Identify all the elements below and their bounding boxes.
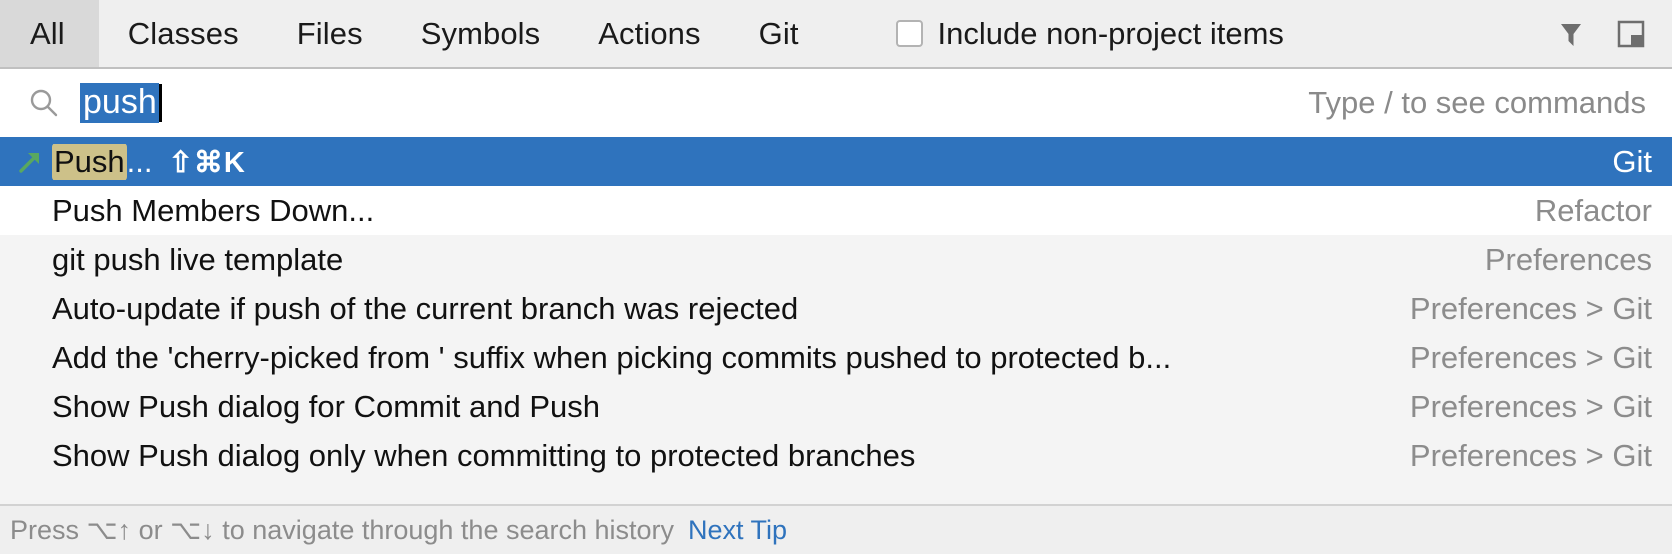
include-non-project-items-checkbox[interactable]: Include non-project items (895, 0, 1284, 67)
result-row-label: Auto-update if push of the current branc… (52, 291, 798, 327)
tab-bar: All Classes Files Symbols Actions Git In… (0, 0, 1672, 69)
checkbox-box-icon[interactable] (895, 20, 923, 47)
result-title-prefix: Show (52, 388, 139, 424)
tab-all-label: All (30, 15, 65, 51)
result-row-label: Show Push dialog only when committing to… (52, 438, 915, 474)
result-title-suffix: of the current branch was rejected (320, 290, 799, 326)
result-title-suffix: Members Down... (122, 192, 375, 228)
result-title-suffix: dialog for Commit and Push (208, 388, 600, 424)
green-arrow-up-right-icon (12, 149, 48, 175)
result-title-prefix: Show (52, 437, 139, 473)
result-row-label: Push... ⇧⌘K (52, 143, 246, 180)
search-hint: Type / to see commands (1308, 85, 1646, 120)
tabbar-actions (1552, 0, 1672, 67)
result-title-match: Push (138, 388, 209, 424)
result-title-suffix: dialog only when committing to protected… (208, 437, 916, 473)
toggle-preview-panel-button[interactable] (1612, 15, 1650, 53)
search-icon (28, 87, 60, 119)
result-title-prefix: Add the 'cherry-picked from ' suffix whe… (52, 339, 846, 375)
result-row-label: Push Members Down... (52, 193, 374, 229)
results-list: Push... ⇧⌘K Git Push Members Down... Ref… (0, 137, 1672, 504)
match-highlight: Push (52, 143, 127, 180)
result-title-suffix: ed to protected b... (912, 339, 1172, 375)
tab-files[interactable]: Files (268, 0, 392, 67)
include-non-project-items-label: Include non-project items (937, 15, 1284, 51)
tab-all[interactable]: All (0, 0, 99, 67)
result-title-match: push (253, 290, 321, 326)
search-input-value: push (80, 82, 159, 124)
tab-symbols[interactable]: Symbols (392, 0, 570, 67)
result-row-show-push-dialog-commit-and-push[interactable]: Show Push dialog for Commit and Push Pre… (0, 382, 1672, 431)
result-title-match: push (845, 339, 913, 375)
result-group-label: Preferences > Git (1409, 290, 1652, 326)
result-title-match: Push (52, 192, 123, 228)
result-title-prefix: git (52, 241, 94, 277)
result-row-label: git push live template (52, 242, 343, 278)
result-row-label: Add the 'cherry-picked from ' suffix whe… (52, 340, 1171, 376)
result-row-label: Show Push dialog for Commit and Push (52, 389, 600, 425)
result-group-label: Preferences > Git (1409, 388, 1652, 424)
result-shortcut: ⇧⌘K (168, 146, 246, 179)
status-bar: Press ⌥↑ or ⌥↓ to navigate through the s… (0, 504, 1672, 554)
search-row[interactable]: push Type / to see commands (0, 69, 1672, 137)
toggle-preview-panel-icon (1617, 20, 1645, 47)
tab-symbols-label: Symbols (420, 15, 541, 51)
result-row-cherry-picked-suffix[interactable]: Add the 'cherry-picked from ' suffix whe… (0, 333, 1672, 382)
tab-files-label: Files (296, 15, 363, 51)
tab-actions-label: Actions (598, 15, 701, 51)
result-row-auto-update-if-push-rejected[interactable]: Auto-update if push of the current branc… (0, 284, 1672, 333)
result-row-git-push-live-template[interactable]: git push live template Preferences (0, 235, 1672, 284)
tab-actions[interactable]: Actions (569, 0, 729, 67)
result-title-match: Push (138, 437, 209, 473)
tab-classes-label: Classes (127, 15, 239, 51)
result-title-suffix: ... (126, 143, 153, 179)
result-group-label: Preferences > Git (1409, 339, 1652, 375)
result-group-label: Preferences > Git (1409, 437, 1652, 473)
result-group-label: Preferences (1484, 241, 1652, 277)
filter-icon (1561, 23, 1581, 46)
result-row-push-members-down[interactable]: Push Members Down... Refactor (0, 186, 1672, 235)
search-everywhere-dialog: All Classes Files Symbols Actions Git In… (0, 0, 1672, 554)
tab-git[interactable]: Git (730, 0, 828, 67)
result-title-suffix: live template (160, 241, 344, 277)
result-title-match: push (93, 241, 161, 277)
tab-git-label: Git (758, 15, 799, 51)
result-title-prefix: Auto-update if (52, 290, 254, 326)
filter-button[interactable] (1552, 15, 1590, 53)
tab-classes[interactable]: Classes (99, 0, 268, 67)
result-row-show-push-dialog-protected-branches[interactable]: Show Push dialog only when committing to… (0, 431, 1672, 480)
tabbar-spacer (828, 0, 896, 67)
result-row-push[interactable]: Push... ⇧⌘K Git (0, 137, 1672, 186)
result-group-label: Refactor (1534, 192, 1652, 228)
result-group-label: Git (1612, 143, 1652, 179)
next-tip-link[interactable]: Next Tip (688, 515, 787, 546)
status-hint-text: Press ⌥↑ or ⌥↓ to navigate through the s… (10, 514, 675, 545)
search-input[interactable]: push (80, 82, 1308, 124)
text-caret (158, 84, 162, 122)
